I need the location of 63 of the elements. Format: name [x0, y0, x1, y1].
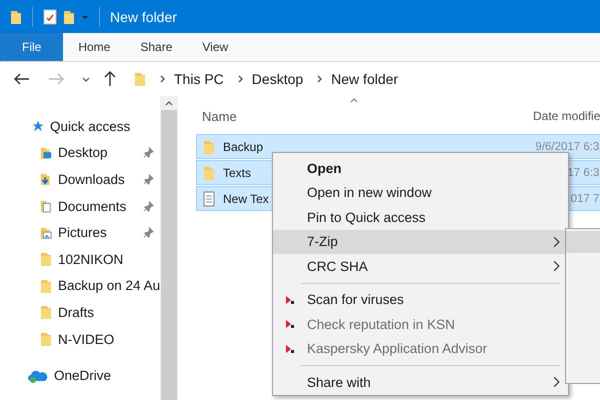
menu-item[interactable]: CRC SHA — [273, 254, 568, 278]
scroll-up-icon[interactable] — [165, 100, 173, 106]
text-file-icon — [203, 190, 215, 206]
file-date: 9/6/2017 6:3 — [535, 140, 600, 152]
window-title: New folder — [110, 8, 177, 24]
recent-locations-icon[interactable] — [82, 75, 90, 83]
file-tab[interactable]: File — [0, 33, 64, 61]
column-header[interactable]: Date modifie — [527, 109, 600, 123]
chevron-icon[interactable] — [238, 75, 244, 83]
download-folder-icon — [40, 171, 52, 188]
folder-icon — [40, 278, 52, 294]
nav-item[interactable]: Downloads — [58, 172, 125, 187]
nav-item[interactable]: Quick access — [50, 118, 130, 134]
folder-icon — [40, 251, 52, 268]
nav-item[interactable]: Backup on 24 Au — [58, 278, 160, 294]
pin-icon[interactable] — [143, 200, 154, 212]
k-logo-icon — [285, 294, 295, 305]
nav-item[interactable]: 102NIKON — [58, 252, 124, 267]
new-folder-icon — [63, 8, 75, 24]
file-name: Backup — [223, 140, 264, 154]
folder-icon — [40, 331, 52, 348]
column-header[interactable]: Name — [196, 108, 527, 124]
nav-item[interactable]: Documents — [58, 198, 126, 214]
scrollbar[interactable] — [160, 96, 178, 400]
menu-item[interactable]: Share with — [273, 370, 568, 394]
folder-icon — [40, 304, 52, 320]
folder-icon — [203, 164, 215, 180]
nav-item[interactable]: Pictures — [58, 225, 107, 240]
ribbon-tab[interactable]: View — [187, 33, 244, 61]
up-arrow-icon[interactable] — [104, 71, 116, 87]
menu-item[interactable]: 7-Zip — [273, 230, 568, 254]
folder-icon — [203, 138, 215, 154]
chevron-icon[interactable] — [317, 75, 324, 83]
k-logo-icon — [285, 319, 295, 330]
scrollbar-thumb[interactable] — [161, 110, 177, 400]
menu-item[interactable]: Open in new window — [273, 180, 568, 205]
nav-item[interactable]: N-VIDEO — [58, 332, 114, 347]
pin-icon[interactable] — [143, 147, 154, 158]
properties-icon[interactable] — [43, 8, 57, 24]
pin-icon[interactable] — [143, 174, 154, 185]
breadcrumb-item[interactable]: This PC — [174, 71, 224, 87]
menu-item[interactable]: Pin to Quick access — [273, 205, 568, 230]
nav-item[interactable]: Drafts — [58, 304, 94, 320]
breadcrumb-item[interactable]: New folder — [331, 71, 398, 87]
nav-item[interactable]: OneDrive — [54, 368, 112, 384]
file-name: Texts — [223, 166, 252, 180]
sort-ascending-icon[interactable] — [350, 98, 358, 103]
back-arrow-icon[interactable] — [14, 73, 30, 85]
file-name: New Tex — [223, 192, 269, 206]
pin-icon[interactable] — [143, 227, 154, 238]
ribbon-tab[interactable]: Share — [125, 33, 188, 61]
chevron-icon[interactable] — [160, 75, 166, 83]
breadcrumb-item[interactable]: Desktop — [252, 71, 304, 87]
folder-icon — [10, 8, 22, 24]
ribbon-tab[interactable]: Home — [63, 33, 126, 61]
document-folder-icon — [40, 198, 52, 214]
file-date: 17 6:3 — [567, 166, 600, 178]
menu-item[interactable]: Open — [273, 156, 568, 180]
folder-icon — [134, 71, 146, 87]
menu-item[interactable]: Scan for viruses — [273, 288, 568, 312]
file-date: 017 7 — [570, 192, 600, 204]
nav-item[interactable]: Desktop — [58, 145, 108, 160]
k-logo-icon — [285, 344, 295, 354]
